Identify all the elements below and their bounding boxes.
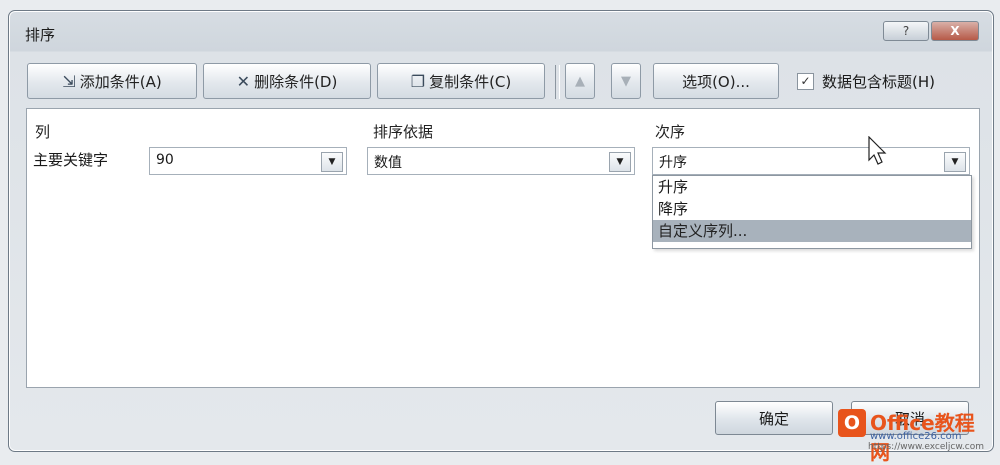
toolbar-separator [555,65,560,99]
order-select[interactable]: 升序 ▼ [652,147,970,175]
delete-condition-button[interactable]: ✕ 删除条件(D) [203,63,371,99]
column-header: 列 [35,123,51,141]
order-dropdown-list: 升序 降序 自定义序列... [652,175,972,249]
move-down-button[interactable]: ▼ [611,63,641,99]
mouse-cursor-icon [868,136,887,165]
add-condition-icon: ⇲ [62,71,76,91]
sort-conditions-grid: 列 排序依据 次序 主要关键字 90 ▼ 数值 ▼ 升序 ▼ 升序 降序 自定义… [26,108,980,388]
office-logo-icon: O [838,409,866,437]
watermark-url-secondary: https://www.exceljcw.com [868,442,984,452]
sort-on-header: 排序依据 [373,123,434,141]
header-checkbox-label: 数据包含标题(H) [822,73,935,91]
order-header: 次序 [655,123,686,141]
order-option-ascending[interactable]: 升序 [653,176,971,198]
options-label: 选项(O)... [682,72,750,91]
arrow-up-icon: ▲ [575,73,585,89]
header-checkbox-row[interactable]: ✓ 数据包含标题(H) [797,71,935,92]
column-select[interactable]: 90 ▼ [149,147,347,175]
arrow-down-icon: ▼ [621,73,631,89]
chevron-down-icon[interactable]: ▼ [321,152,343,172]
primary-key-label: 主要关键字 [33,151,109,169]
order-option-custom-list[interactable]: 自定义序列... [653,220,971,242]
order-select-value: 升序 [659,155,687,171]
watermark-url: www.office26.com [870,431,962,442]
copy-condition-label: 复制条件(C) [429,72,512,91]
header-checkbox[interactable]: ✓ [797,73,814,90]
ok-button[interactable]: 确定 [715,401,833,435]
delete-icon: ✕ [236,71,251,91]
watermark: O Office教程网 www.office26.com https://www… [838,407,988,464]
delete-condition-label: 删除条件(D) [254,72,338,91]
sort-on-select-value: 数值 [374,155,402,171]
sort-dialog: 排序 ? X ⇲ 添加条件(A) ✕ 删除条件(D) ❐ 复制条件(C) ▲ ▼… [8,10,994,452]
options-button[interactable]: 选项(O)... [653,63,779,99]
sort-on-select[interactable]: 数值 ▼ [367,147,635,175]
move-up-button[interactable]: ▲ [565,63,595,99]
close-button[interactable]: X [931,21,979,41]
chevron-down-icon[interactable]: ▼ [944,152,966,172]
column-select-value: 90 [156,152,174,168]
add-condition-button[interactable]: ⇲ 添加条件(A) [27,63,197,99]
toolbar: ⇲ 添加条件(A) ✕ 删除条件(D) ❐ 复制条件(C) ▲ ▼ 选项(O).… [27,61,977,103]
copy-icon: ❐ [410,71,426,91]
order-option-descending[interactable]: 降序 [653,198,971,220]
chevron-down-icon[interactable]: ▼ [609,152,631,172]
dialog-title: 排序 [25,26,56,44]
help-button[interactable]: ? [883,21,929,41]
copy-condition-button[interactable]: ❐ 复制条件(C) [377,63,545,99]
add-condition-label: 添加条件(A) [79,72,162,91]
window-controls: ? X [883,21,979,41]
